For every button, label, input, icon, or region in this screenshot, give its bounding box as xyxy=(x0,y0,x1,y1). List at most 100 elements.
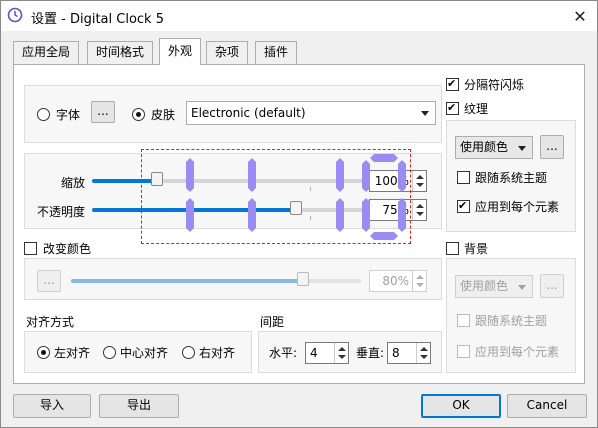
spacing-v-spinbox[interactable]: 8 xyxy=(387,342,431,364)
spin-up-icon[interactable] xyxy=(416,275,424,279)
digit-segment xyxy=(398,198,406,232)
window-title: 设置 - Digital Clock 5 xyxy=(31,12,164,27)
spacing-v-label: 垂直: xyxy=(356,346,385,360)
spin-down-icon[interactable] xyxy=(416,183,424,187)
spin-arrows[interactable] xyxy=(416,343,430,363)
settings-window: 设置 - Digital Clock 5 ✕ 应用全局 时间格式 外观 杂项 插… xyxy=(0,0,598,428)
color-intensity-slider[interactable] xyxy=(71,279,361,283)
spin-arrows[interactable] xyxy=(412,200,426,220)
skin-select[interactable]: Electronic (default) xyxy=(186,101,436,125)
chevron-down-icon xyxy=(518,285,526,290)
color-intensity-value: 80% xyxy=(382,274,409,288)
align-left-radio[interactable] xyxy=(37,346,50,359)
spin-down-icon[interactable] xyxy=(338,355,346,359)
spacing-title: 间距 xyxy=(260,315,285,329)
texture-follow-theme-checkbox[interactable] xyxy=(457,171,470,184)
change-color-label: 改变颜色 xyxy=(43,242,92,256)
texture-apply-each-checkbox[interactable] xyxy=(457,200,470,213)
spin-arrows[interactable] xyxy=(412,171,426,191)
font-button[interactable]: ... xyxy=(91,101,115,123)
spin-down-icon[interactable] xyxy=(416,212,424,216)
spacing-h-label: 水平: xyxy=(269,346,298,360)
ok-button[interactable]: OK xyxy=(421,394,501,418)
texture-checkbox[interactable] xyxy=(446,102,459,115)
chevron-down-icon xyxy=(421,111,429,116)
background-follow-theme-label: 跟随系统主题 xyxy=(475,314,548,328)
export-button[interactable]: 导出 xyxy=(99,394,179,418)
color-intensity-spinbox[interactable]: 80% xyxy=(369,270,427,292)
digit-segment xyxy=(186,158,194,192)
tab-misc[interactable]: 杂项 xyxy=(206,41,249,64)
spin-arrows[interactable] xyxy=(412,271,426,291)
digit-segment xyxy=(362,160,370,192)
separator-flash-label: 分隔符闪烁 xyxy=(464,78,525,92)
import-button[interactable]: 导入 xyxy=(13,394,91,418)
background-apply-each-label: 应用到每个元素 xyxy=(475,345,560,359)
spin-up-icon[interactable] xyxy=(416,175,424,179)
clock-icon xyxy=(7,7,23,23)
digit-segment xyxy=(398,160,406,192)
change-color-checkbox[interactable] xyxy=(24,242,37,255)
align-center-label: 中心对齐 xyxy=(120,346,169,360)
texture-color-button[interactable]: ... xyxy=(540,135,564,159)
align-group: 左对齐 中心对齐 右对齐 xyxy=(24,331,252,373)
align-left-label: 左对齐 xyxy=(54,346,91,360)
skin-group: 字体 ... 皮肤 Electronic (default) xyxy=(24,85,442,143)
tab-time-format[interactable]: 时间格式 xyxy=(87,41,154,64)
digit-segment xyxy=(336,158,344,192)
chevron-down-icon xyxy=(518,146,526,151)
digit-segment xyxy=(370,232,398,240)
texture-follow-theme-label: 跟随系统主题 xyxy=(475,171,548,185)
clock-preview-digits xyxy=(186,154,406,240)
digit-segment xyxy=(336,198,344,232)
spin-down-icon[interactable] xyxy=(416,283,424,287)
background-mode-select[interactable]: 使用颜色 xyxy=(455,275,533,298)
font-label: 字体 xyxy=(56,108,81,122)
background-color-button[interactable]: ... xyxy=(540,274,564,298)
color-intensity-thumb[interactable] xyxy=(297,272,309,286)
spin-arrows[interactable] xyxy=(334,343,348,363)
spacing-group: 水平: 4 垂直: 8 xyxy=(258,331,442,373)
opacity-label: 不透明度 xyxy=(37,205,86,219)
background-checkbox[interactable] xyxy=(446,242,459,255)
background-mode-value: 使用颜色 xyxy=(460,279,509,293)
digit-segment xyxy=(362,198,370,232)
spin-up-icon[interactable] xyxy=(420,347,428,351)
align-right-label: 右对齐 xyxy=(199,346,236,360)
tab-plugins[interactable]: 插件 xyxy=(255,41,298,64)
spin-up-icon[interactable] xyxy=(416,204,424,208)
color-picker-button[interactable]: ... xyxy=(37,270,61,292)
texture-mode-value: 使用颜色 xyxy=(460,140,509,154)
title-bar: 设置 - Digital Clock 5 ✕ xyxy=(1,1,597,31)
texture-label: 纹理 xyxy=(464,102,489,116)
color-intensity-slider-fill xyxy=(71,279,303,283)
clock-preview xyxy=(141,149,411,244)
background-label: 背景 xyxy=(464,242,489,256)
texture-group: 使用颜色 ... 跟随系统主题 应用到每个元素 xyxy=(446,120,576,232)
tab-app-global[interactable]: 应用全局 xyxy=(13,41,80,64)
background-group: 使用颜色 ... 跟随系统主题 应用到每个元素 xyxy=(446,258,576,373)
skin-label: 皮肤 xyxy=(151,108,176,122)
background-apply-each-checkbox[interactable] xyxy=(457,345,470,358)
cancel-button[interactable]: Cancel xyxy=(507,394,587,418)
zoom-label: 缩放 xyxy=(61,176,86,190)
font-radio[interactable] xyxy=(37,108,50,121)
align-title: 对齐方式 xyxy=(26,315,75,329)
change-color-group: ... 80% xyxy=(24,258,442,300)
texture-mode-select[interactable]: 使用颜色 xyxy=(455,136,533,159)
close-icon: ✕ xyxy=(573,6,587,26)
align-right-radio[interactable] xyxy=(182,346,195,359)
close-button[interactable]: ✕ xyxy=(563,1,597,31)
tab-appearance[interactable]: 外观 xyxy=(159,38,202,65)
align-center-radio[interactable] xyxy=(103,346,116,359)
spacing-h-spinbox[interactable]: 4 xyxy=(305,342,349,364)
background-follow-theme-checkbox[interactable] xyxy=(457,314,470,327)
spin-up-icon[interactable] xyxy=(338,347,346,351)
spacing-h-value: 4 xyxy=(310,346,318,360)
separator-flash-checkbox[interactable] xyxy=(446,78,459,91)
spin-down-icon[interactable] xyxy=(420,355,428,359)
skin-radio[interactable] xyxy=(132,108,145,121)
digit-segment xyxy=(186,198,194,232)
digit-segment xyxy=(248,198,256,232)
skin-select-value: Electronic (default) xyxy=(191,106,306,120)
